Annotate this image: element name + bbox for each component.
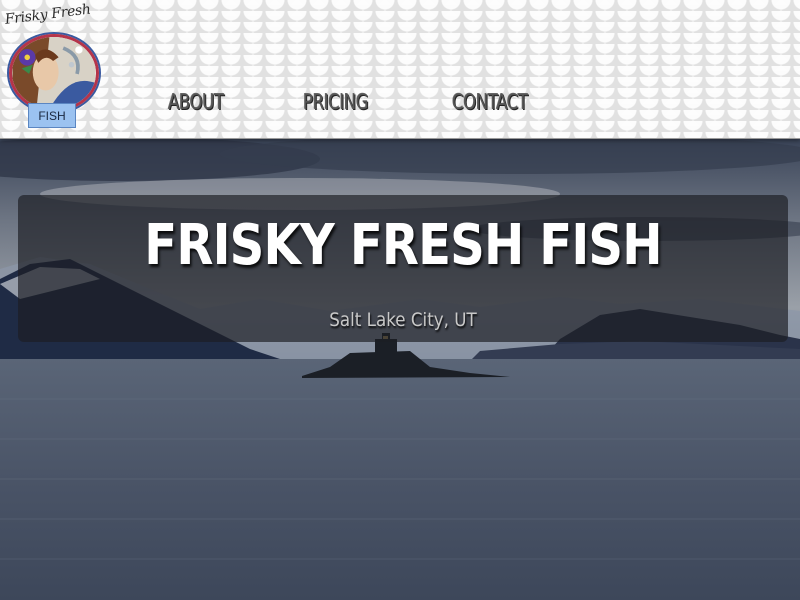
nav-link-about[interactable]: ABOUT [168, 90, 224, 114]
hero-title: FRISKY FRESH FISH [144, 213, 662, 278]
nav-link-pricing[interactable]: PRICING [303, 90, 369, 114]
nav-link-contact[interactable]: CONTACT [452, 90, 528, 114]
logo-title: Frisky Fresh [4, 1, 92, 28]
site-header: Frisky Fresh FISH ABOUT PRICING CONTACT [0, 0, 800, 139]
main-nav: ABOUT PRICING CONTACT [0, 90, 800, 124]
hero-banner: FRISKY FRESH FISH Salt Lake City, UT [18, 195, 788, 342]
hero-subtitle: Salt Lake City, UT [329, 309, 477, 331]
